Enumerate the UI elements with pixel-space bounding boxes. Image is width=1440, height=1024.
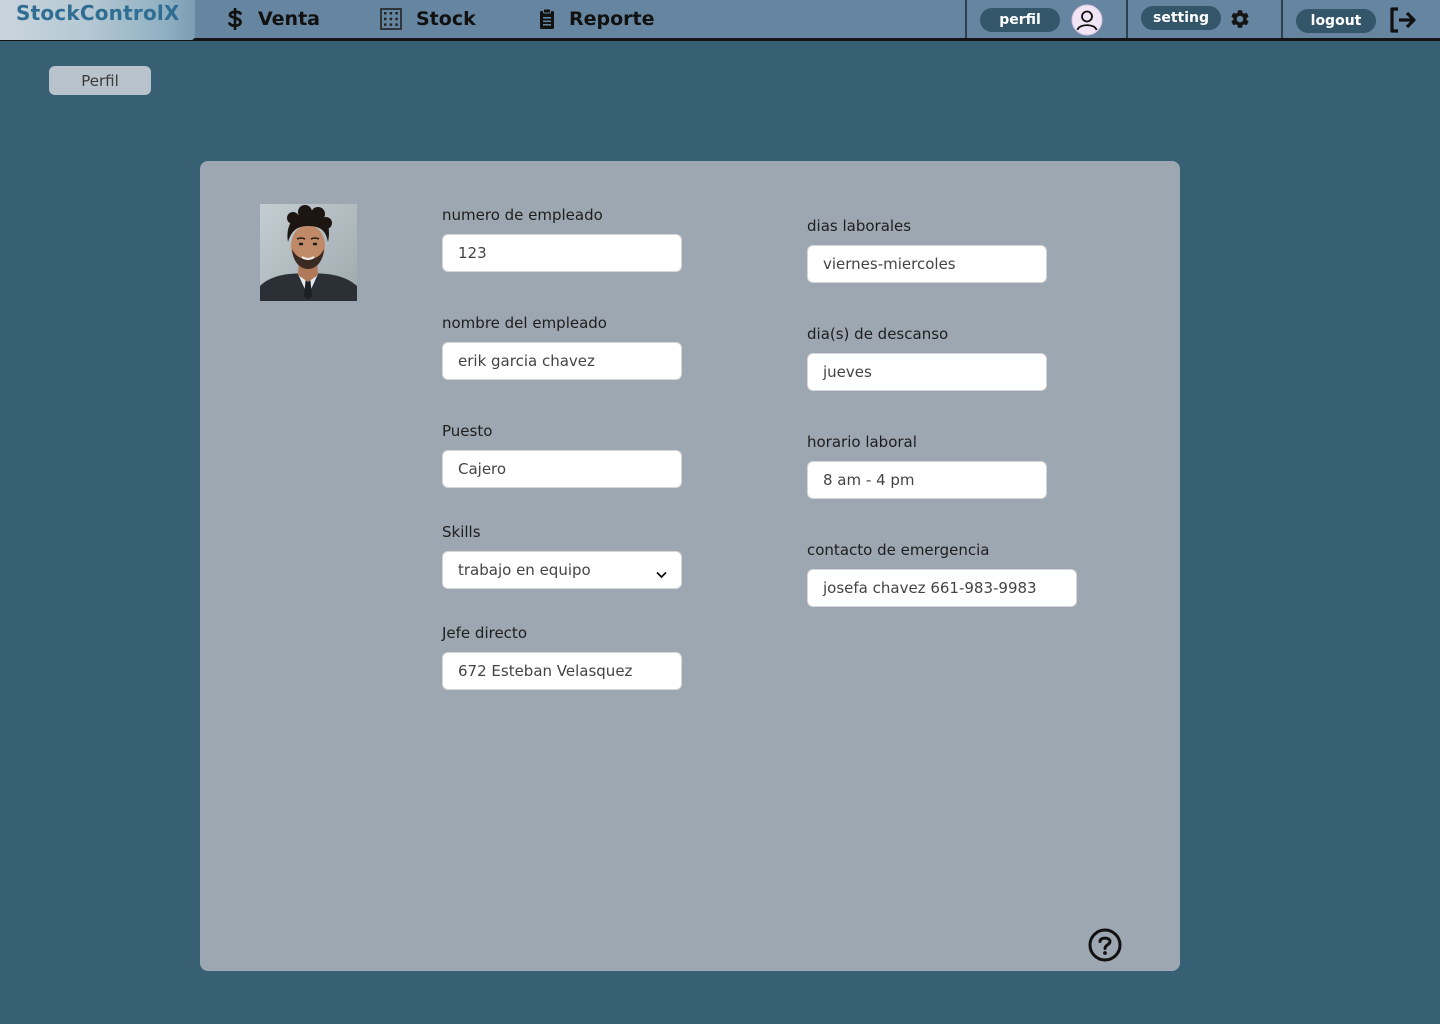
divider bbox=[1281, 0, 1283, 38]
logout-button[interactable]: logout bbox=[1296, 9, 1376, 33]
supervisor-label: Jefe directo bbox=[442, 624, 527, 642]
user-avatar-icon[interactable] bbox=[1071, 4, 1103, 40]
logo-text: StockControlX bbox=[16, 1, 180, 25]
nav-venta-label: Venta bbox=[258, 8, 320, 30]
clipboard-icon bbox=[539, 8, 555, 30]
help-icon[interactable] bbox=[1088, 928, 1122, 962]
skills-selected-value: trabajo en equipo bbox=[458, 561, 591, 579]
employee-photo bbox=[260, 204, 357, 301]
profile-card: numero de empleado 123 nombre del emplea… bbox=[200, 161, 1180, 971]
skills-select[interactable]: trabajo en equipo bbox=[442, 551, 682, 589]
skills-label: Skills bbox=[442, 523, 481, 541]
app-logo[interactable]: StockControlX bbox=[0, 0, 195, 40]
divider bbox=[965, 0, 967, 38]
perfil-button[interactable]: perfil bbox=[980, 8, 1060, 32]
supervisor-field[interactable]: 672 Esteban Velasquez bbox=[442, 652, 682, 690]
work-days-field[interactable]: viernes-miercoles bbox=[807, 245, 1047, 283]
employee-name-field[interactable]: erik garcia chavez bbox=[442, 342, 682, 380]
nav-reporte[interactable]: Reporte bbox=[539, 0, 655, 38]
employee-name-label: nombre del empleado bbox=[442, 314, 607, 332]
nav-stock-label: Stock bbox=[416, 8, 476, 30]
rest-days-label: dia(s) de descanso bbox=[807, 325, 949, 343]
top-bar: StockControlX Venta Stock Reporte perfil… bbox=[0, 0, 1440, 41]
nav-reporte-label: Reporte bbox=[569, 8, 655, 30]
divider bbox=[1126, 0, 1128, 38]
nav-venta[interactable]: Venta bbox=[226, 0, 320, 38]
work-schedule-label: horario laboral bbox=[807, 433, 917, 451]
position-field[interactable]: Cajero bbox=[442, 450, 682, 488]
emergency-contact-label: contacto de emergencia bbox=[807, 541, 990, 559]
work-days-label: dias laborales bbox=[807, 217, 912, 235]
emergency-contact-field[interactable]: josefa chavez 661-983-9983 bbox=[807, 569, 1077, 607]
perfil-tab[interactable]: Perfil bbox=[49, 66, 151, 95]
grid-icon bbox=[380, 8, 402, 30]
position-label: Puesto bbox=[442, 422, 493, 440]
nav-stock[interactable]: Stock bbox=[380, 0, 476, 38]
rest-days-field[interactable]: jueves bbox=[807, 353, 1047, 391]
employee-number-label: numero de empleado bbox=[442, 206, 603, 224]
chevron-down-icon bbox=[656, 565, 667, 583]
dollar-icon bbox=[226, 7, 244, 31]
gear-icon[interactable] bbox=[1229, 8, 1251, 34]
work-schedule-field[interactable]: 8 am - 4 pm bbox=[807, 461, 1047, 499]
employee-number-field[interactable]: 123 bbox=[442, 234, 682, 272]
logout-icon[interactable] bbox=[1388, 6, 1418, 38]
setting-button[interactable]: setting bbox=[1141, 6, 1221, 30]
